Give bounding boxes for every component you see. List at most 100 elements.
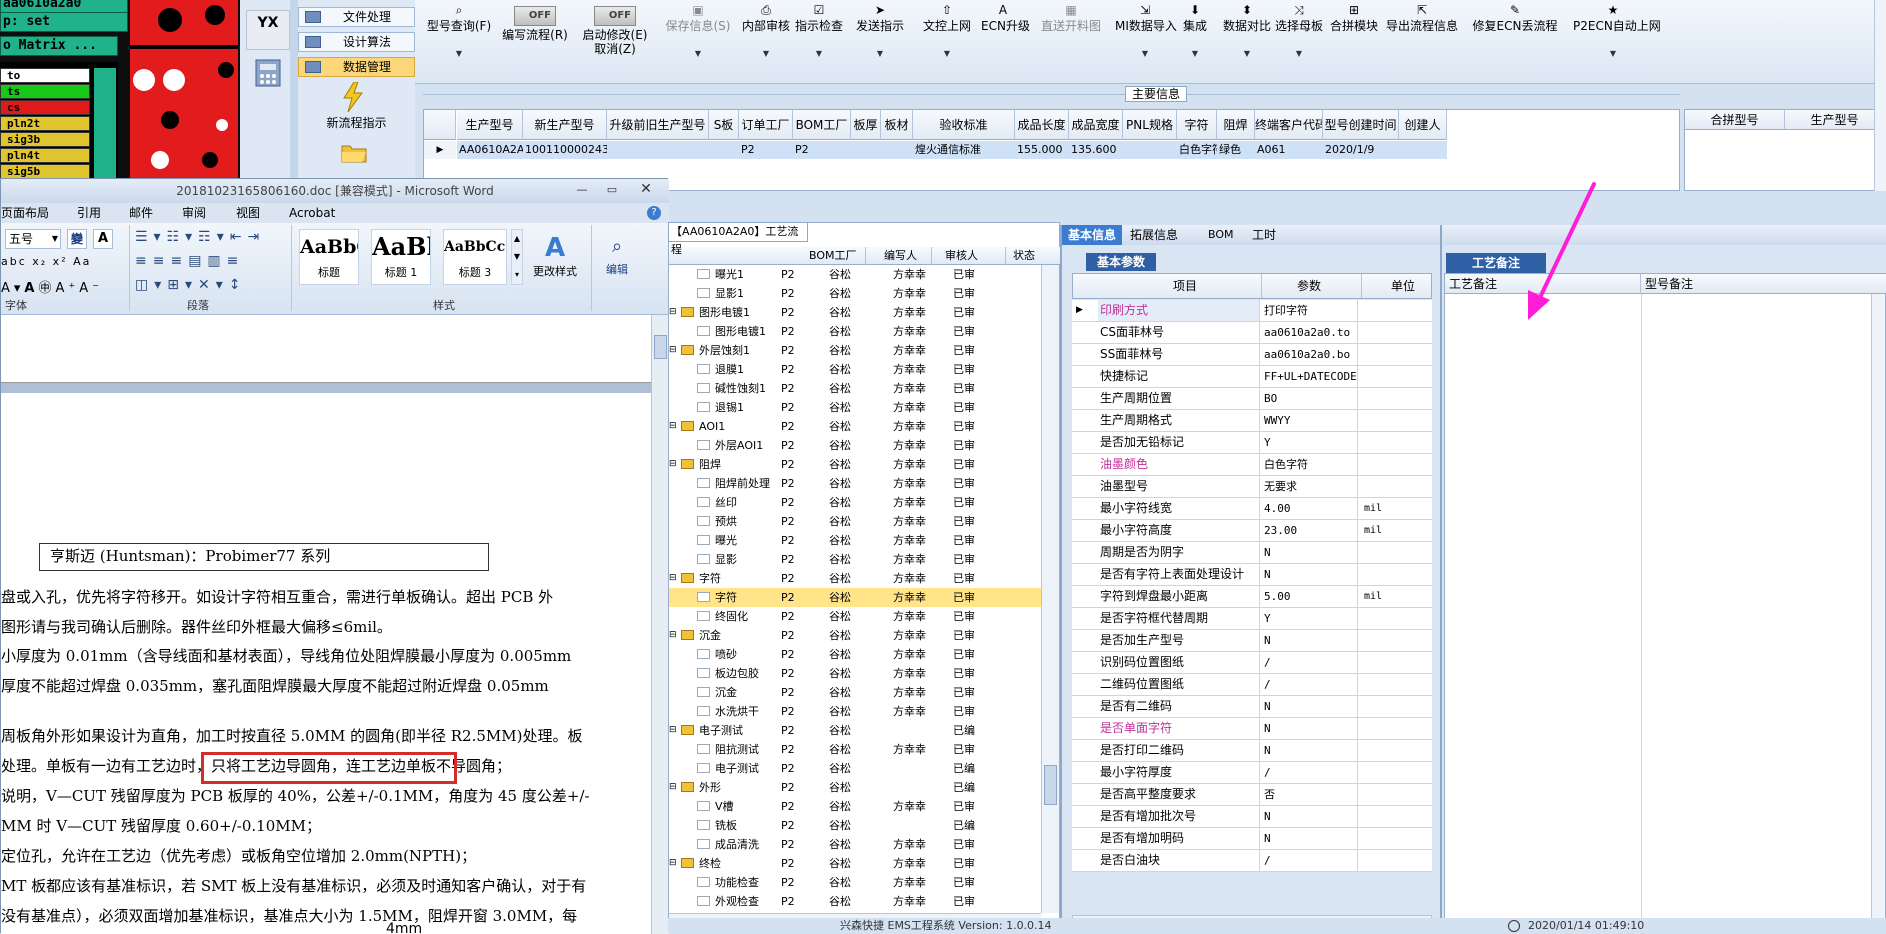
param-value[interactable]: WWYY bbox=[1262, 410, 1358, 431]
param-row[interactable]: 最小字符厚度 / bbox=[1072, 762, 1432, 784]
nav-item-design[interactable]: 设计算法 bbox=[298, 32, 415, 52]
main-cell[interactable]: A061 bbox=[1255, 141, 1323, 159]
tab-basic-params[interactable]: 基本参数 bbox=[1086, 253, 1156, 271]
param-row[interactable]: 生产周期格式 WWYY bbox=[1072, 410, 1432, 432]
layer-item[interactable]: cs bbox=[0, 100, 90, 115]
param-value[interactable]: / bbox=[1262, 850, 1358, 871]
main-col-header[interactable]: 成品宽度 bbox=[1069, 110, 1123, 140]
toolbar-button-10[interactable]: ⇲ MI数据导入 ▼ bbox=[1115, 2, 1177, 80]
toolbar-button-9[interactable]: ▦ 直送开料图 bbox=[1033, 2, 1109, 80]
align-icons[interactable]: ≡≡≡▤▥≡ bbox=[135, 253, 275, 273]
layer-scrollbar[interactable] bbox=[94, 68, 116, 178]
char-border-icon[interactable]: A bbox=[93, 229, 113, 249]
main-col-header[interactable]: 升级前旧生产型号 bbox=[607, 110, 709, 140]
list-icons[interactable]: ☰▾☷▾☶▾⇤⇥ bbox=[135, 229, 275, 249]
process-row[interactable]: ⊟ 阻焊 P2 谷松 方幸幸 已审 bbox=[669, 455, 1041, 474]
param-value[interactable]: aa0610a2a0.bo bbox=[1262, 344, 1358, 365]
param-row[interactable]: CS面菲林号 aa0610a2a0.to bbox=[1072, 322, 1432, 344]
param-value[interactable]: / bbox=[1262, 652, 1358, 673]
process-row[interactable]: ⊟ 外层蚀刻1 P2 谷松 方幸幸 已审 bbox=[669, 341, 1041, 360]
param-row[interactable]: 是否打印二维码 N bbox=[1072, 740, 1432, 762]
process-row[interactable]: ⊟ AOI1 P2 谷松 方幸幸 已审 bbox=[669, 417, 1041, 436]
nav-splitter[interactable] bbox=[290, 0, 298, 178]
process-row[interactable]: 功能检查 P2 谷松 方幸幸 已审 bbox=[669, 873, 1041, 892]
process-row[interactable]: 成品清洗 P2 谷松 方幸幸 已审 bbox=[669, 835, 1041, 854]
tab-mailings[interactable]: 邮件 bbox=[129, 203, 153, 223]
process-scroll-thumb[interactable] bbox=[1044, 765, 1057, 805]
process-row[interactable]: ⊟ 电子测试 P2 谷松 已编 bbox=[669, 721, 1041, 740]
param-value[interactable]: Y bbox=[1262, 608, 1358, 629]
main-cell[interactable]: P2 bbox=[793, 141, 851, 159]
main-cell[interactable] bbox=[851, 141, 881, 159]
param-value[interactable]: 无要求 bbox=[1262, 476, 1358, 497]
expand-icon[interactable]: ⊟ bbox=[669, 455, 677, 474]
toolbar-button-13[interactable]: ⤨ 选择母板 ▼ bbox=[1275, 2, 1323, 80]
param-value[interactable]: Y bbox=[1262, 432, 1358, 453]
dropdown-arrow-icon[interactable]: ▼ bbox=[791, 47, 847, 61]
param-value[interactable]: N bbox=[1262, 718, 1358, 739]
main-col-header[interactable]: 终端客户代码 bbox=[1255, 110, 1323, 140]
new-flow-label[interactable]: 新流程指示 bbox=[298, 114, 415, 130]
param-value[interactable]: N bbox=[1262, 828, 1358, 849]
process-row[interactable]: 退膜1 P2 谷松 方幸幸 已审 bbox=[669, 360, 1041, 379]
param-value[interactable]: aa0610a2a0.to bbox=[1262, 322, 1358, 343]
toolbar-button-3[interactable]: ▣ 保存信息(S) ▼ bbox=[663, 2, 733, 80]
main-cell[interactable]: AA0610A2A0 bbox=[457, 141, 531, 159]
param-row[interactable]: 是否有字符上表面处理设计 N bbox=[1072, 564, 1432, 586]
process-scrollbar[interactable] bbox=[1041, 265, 1059, 913]
process-row[interactable]: ⊟ 终检 P2 谷松 方幸幸 已审 bbox=[669, 854, 1041, 873]
process-row[interactable]: 退锡1 P2 谷松 方幸幸 已审 bbox=[669, 398, 1041, 417]
maximize-icon[interactable]: ▭ bbox=[603, 183, 621, 199]
main-cell[interactable] bbox=[607, 141, 709, 159]
word-scroll-thumb[interactable] bbox=[654, 335, 667, 359]
param-value[interactable]: 23.00 bbox=[1262, 520, 1358, 541]
main-cell[interactable]: 2020/1/9 bbox=[1323, 141, 1399, 159]
tab-view[interactable]: 视图 bbox=[236, 203, 260, 223]
main-col-header[interactable]: 阻焊 bbox=[1217, 110, 1255, 140]
main-cell[interactable] bbox=[1123, 141, 1177, 159]
dropdown-arrow-icon[interactable]: ▼ bbox=[1275, 47, 1323, 61]
toggle-off-icon[interactable]: OFF bbox=[514, 6, 556, 26]
main-col-header[interactable]: 订单工厂 bbox=[739, 110, 793, 140]
tab-layout[interactable]: 页面布局 bbox=[1, 203, 49, 223]
param-row[interactable]: 是否白油块 / bbox=[1072, 850, 1432, 872]
dropdown-arrow-icon[interactable]: ▼ bbox=[1573, 47, 1653, 61]
toolbar-button-6[interactable]: ➤ 发送指示 ▼ bbox=[849, 2, 911, 80]
toolbar-button-1[interactable]: OFF 编写流程(R) bbox=[501, 2, 569, 80]
process-row[interactable]: 预烘 P2 谷松 方幸幸 已审 bbox=[669, 512, 1041, 531]
layer-item[interactable]: sig5b bbox=[0, 164, 90, 178]
top-scrollbar[interactable] bbox=[1874, 0, 1886, 191]
col-writer[interactable]: 编写人 bbox=[884, 247, 917, 265]
dropdown-arrow-icon[interactable]: ▼ bbox=[663, 47, 733, 61]
process-row[interactable]: 外观检查 P2 谷松 方幸幸 已审 bbox=[669, 892, 1041, 911]
process-row[interactable]: ⊟ 图形电镀1 P2 谷松 方幸幸 已审 bbox=[669, 303, 1041, 322]
param-value[interactable]: N bbox=[1262, 542, 1358, 563]
param-row[interactable]: SS面菲林号 aa0610a2a0.bo bbox=[1072, 344, 1432, 366]
layer-item[interactable]: pln4t bbox=[0, 148, 90, 163]
col-bom-factory[interactable]: BOM工厂 bbox=[809, 247, 857, 265]
process-row[interactable]: 曝光1 P2 谷松 方幸幸 已审 bbox=[669, 265, 1041, 284]
process-row[interactable]: 曝光 P2 谷松 方幸幸 已审 bbox=[669, 531, 1041, 550]
process-row[interactable]: ⊟ 沉金 P2 谷松 方幸幸 已审 bbox=[669, 626, 1041, 645]
process-row[interactable]: 终固化 P2 谷松 方幸幸 已审 bbox=[669, 607, 1041, 626]
main-col-header[interactable]: 新生产型号 bbox=[523, 110, 607, 140]
main-cell[interactable] bbox=[881, 141, 913, 159]
param-row[interactable]: 是否有增加批次号 N bbox=[1072, 806, 1432, 828]
toolbar-button-17[interactable]: ★ P2ECN自动上网 ▼ bbox=[1573, 2, 1661, 80]
main-col-header[interactable]: 验收标准 bbox=[913, 110, 1015, 140]
toolbar-button-12[interactable]: ⬍ 数据对比 ▼ bbox=[1221, 2, 1273, 80]
param-row[interactable]: 油墨型号 无要求 bbox=[1072, 476, 1432, 498]
step-field[interactable]: p: set bbox=[0, 12, 128, 32]
toolbar-button-4[interactable]: ⎙ 内部审核 ▼ bbox=[739, 2, 793, 80]
layer-item[interactable]: to bbox=[0, 68, 90, 83]
dropdown-arrow-icon[interactable]: ▼ bbox=[917, 47, 977, 61]
nav-item-file[interactable]: 文件处理 bbox=[298, 7, 415, 27]
param-value[interactable]: FF+UL+DATECODE bbox=[1262, 366, 1358, 387]
param-row[interactable]: 是否高平整度要求否 bbox=[1072, 784, 1432, 806]
main-cell[interactable] bbox=[1399, 141, 1447, 159]
process-row[interactable]: ⊟ 外形 P2 谷松 已编 bbox=[669, 778, 1041, 797]
process-tab[interactable]: 【AA0610A2A0】工艺流程 bbox=[668, 222, 808, 256]
merge-col-model[interactable]: 合拼型号 bbox=[1685, 110, 1785, 130]
col-item[interactable]: 项目 bbox=[1173, 274, 1197, 298]
param-value[interactable]: 4.00 bbox=[1262, 498, 1358, 519]
